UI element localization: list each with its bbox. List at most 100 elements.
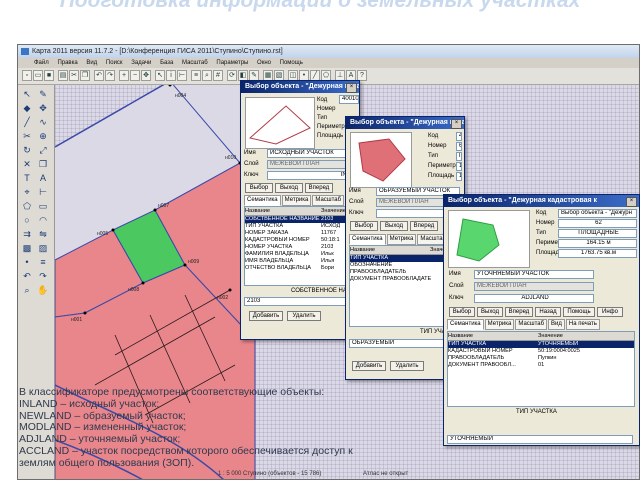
menu-window[interactable]: Окно	[257, 60, 271, 66]
pan-tool-icon[interactable]: ✋	[37, 284, 49, 296]
table-row[interactable]: НОМЕР ЗАКАЗА 11767	[245, 230, 355, 237]
search-icon[interactable]: ⌕	[202, 70, 212, 81]
map-point[interactable]	[83, 311, 87, 315]
zoom-tool-icon[interactable]: ⌕	[21, 284, 33, 296]
menu-scale[interactable]: Масштаб	[182, 60, 208, 66]
menu-help[interactable]: Помощь	[280, 60, 303, 66]
name-field[interactable]: ИСХОДНЫЙ УЧАСТОК	[267, 149, 355, 158]
number-field[interactable]: 61	[456, 142, 462, 151]
select-icon[interactable]: ↖	[155, 70, 165, 81]
tab-semantics[interactable]: Семантика	[447, 319, 484, 330]
redo-icon[interactable]: ↷	[105, 70, 115, 81]
copy-tool-icon[interactable]: ❐	[37, 158, 49, 170]
name-field[interactable]: УТОЧНЯЕМЫЙ УЧАСТОК	[474, 270, 594, 279]
offset-tool-icon[interactable]: ⇉	[21, 228, 33, 240]
forward-button[interactable]: Вперед	[505, 307, 533, 317]
tab-semantics[interactable]: Семантика	[349, 234, 386, 245]
zoom-in-icon[interactable]: +	[119, 70, 129, 81]
help-button[interactable]: Помощь	[563, 307, 595, 317]
back-button[interactable]: Назад	[535, 307, 561, 317]
draw-tool-icon[interactable]: ✎	[37, 88, 49, 100]
add-button[interactable]: Добавить	[249, 311, 283, 321]
split-tool-icon[interactable]: ✂	[21, 130, 33, 142]
perimeter-field[interactable]: 161.83 м	[456, 162, 462, 171]
key-field[interactable]: ADJLAND	[474, 294, 594, 303]
select-button[interactable]: Выбор	[350, 221, 378, 231]
map-point[interactable]	[111, 228, 115, 232]
type-field[interactable]: ПЛОЩАДНЫЕ	[558, 229, 637, 238]
exit-button[interactable]: Выход	[275, 183, 303, 193]
undo-tool-icon[interactable]: ↶	[21, 270, 33, 282]
exit-button[interactable]: Выход	[380, 221, 408, 231]
grid-icon[interactable]: #	[213, 70, 223, 81]
exit-button[interactable]: Выход	[477, 307, 503, 317]
type-field[interactable]: ПЛОЩАДНЫЕ	[456, 152, 462, 161]
menu-view[interactable]: Вид	[86, 60, 97, 66]
forward-button[interactable]: Вперед	[305, 183, 333, 193]
snap-tool-icon[interactable]: ⌖	[21, 186, 33, 198]
label-tool-icon[interactable]: A	[37, 172, 49, 184]
code-field[interactable]: 40010000	[339, 95, 359, 104]
tab-scale[interactable]: Масштаб	[515, 319, 548, 330]
info-icon[interactable]: i	[166, 70, 176, 81]
menu-database[interactable]: База	[160, 60, 173, 66]
map-point[interactable]	[228, 288, 232, 292]
layer-field[interactable]: МЕЖЕВОЙ ПЛАН	[267, 160, 355, 169]
menu-tasks[interactable]: Задачи	[131, 60, 151, 66]
table-row[interactable]: КАДАСТРОВЫЙ НОМЕР 50:19:0004:0025	[448, 348, 634, 355]
table-row[interactable]: ТИП УЧАСТКА ИСХОД	[245, 223, 355, 230]
table-row[interactable]: ОТЧЕСТВО ВЛАДЕЛЬЦА Бори	[245, 265, 355, 272]
key-field[interactable]: INLA	[267, 171, 355, 180]
menu-edit[interactable]: Правка	[57, 60, 77, 66]
tab-scale[interactable]: Масштаб	[312, 195, 345, 206]
forward-button[interactable]: Вперед	[410, 221, 438, 231]
tab-semantics[interactable]: Семантика	[244, 195, 281, 206]
scale-tool-icon[interactable]: ⤢	[37, 144, 49, 156]
map-point[interactable]	[141, 281, 145, 285]
pan-icon[interactable]: ✥	[141, 70, 151, 81]
ruler-icon[interactable]: ⊢	[177, 70, 187, 81]
select-button[interactable]: Выбор	[449, 307, 475, 317]
delete-tool-icon[interactable]: ✕	[21, 158, 33, 170]
area-field[interactable]: 1763.75 кв.м	[558, 249, 637, 258]
menu-file[interactable]: Файл	[34, 60, 49, 66]
line-tool-icon[interactable]: ╱	[21, 116, 33, 128]
tab-metrics[interactable]: Метрика	[386, 234, 417, 245]
pointer-tool-icon[interactable]: ↖	[21, 88, 33, 100]
new-icon[interactable]: ▫	[22, 70, 32, 81]
value-field[interactable]: 2103	[244, 297, 354, 306]
value-field[interactable]: УТОЧНЯЕМЫЙ	[447, 435, 633, 444]
perimeter-field[interactable]: 164.15 м	[558, 239, 637, 248]
undo-icon[interactable]: ↶	[94, 70, 104, 81]
curve-tool-icon[interactable]: ∿	[37, 116, 49, 128]
vertex-tool-icon[interactable]: ◆	[21, 102, 33, 114]
rotate-tool-icon[interactable]: ↻	[21, 144, 33, 156]
delete-button[interactable]: Удалить	[287, 311, 321, 321]
zoom-out-icon[interactable]: −	[130, 70, 140, 81]
number-field[interactable]: 62	[558, 219, 637, 228]
map-point[interactable]	[183, 263, 187, 267]
map-point[interactable]	[153, 208, 157, 212]
refresh-icon[interactable]: ⟳	[227, 70, 237, 81]
code-field[interactable]: 40010001	[456, 132, 462, 141]
table-row[interactable]: СОБСТВЕННОЕ НАЗВАНИЕ 2103	[245, 216, 355, 223]
table-row[interactable]: НОМЕР УЧАСТКА 2103	[245, 244, 355, 251]
save-icon[interactable]: ■	[44, 70, 54, 81]
rect-tool-icon[interactable]: ▭	[37, 200, 49, 212]
layers-icon[interactable]: ≡	[191, 70, 201, 81]
move-tool-icon[interactable]: ✥	[37, 102, 49, 114]
delete-button[interactable]: Удалить	[390, 361, 424, 371]
table-row[interactable]: ФАМИЛИЯ ВЛАДЕЛЬЦА Ильк	[245, 251, 355, 258]
close-icon[interactable]: ×	[346, 83, 357, 93]
mirror-tool-icon[interactable]: ⇋	[37, 228, 49, 240]
arc-tool-icon[interactable]: ◠	[37, 214, 49, 226]
select-button[interactable]: Выбор	[245, 183, 273, 193]
table-row[interactable]: КАДАСТРОВЫЙ НОМЕР 50:18:1	[245, 237, 355, 244]
open-icon[interactable]: ▭	[33, 70, 43, 81]
table-row[interactable]: ИМЯ ВЛАДЕЛЬЦА Илья	[245, 258, 355, 265]
table-row[interactable]: ПРАВООБЛАДАТЕЛЬ Пупкин	[448, 355, 634, 362]
join-tool-icon[interactable]: ⊕	[37, 130, 49, 142]
add-button[interactable]: Добавить	[352, 361, 386, 371]
table-row[interactable]: ТИП УЧАСТКА УТОЧНЯЕМЫЙ	[448, 341, 634, 348]
measure-tool-icon[interactable]: ⊢	[37, 186, 49, 198]
